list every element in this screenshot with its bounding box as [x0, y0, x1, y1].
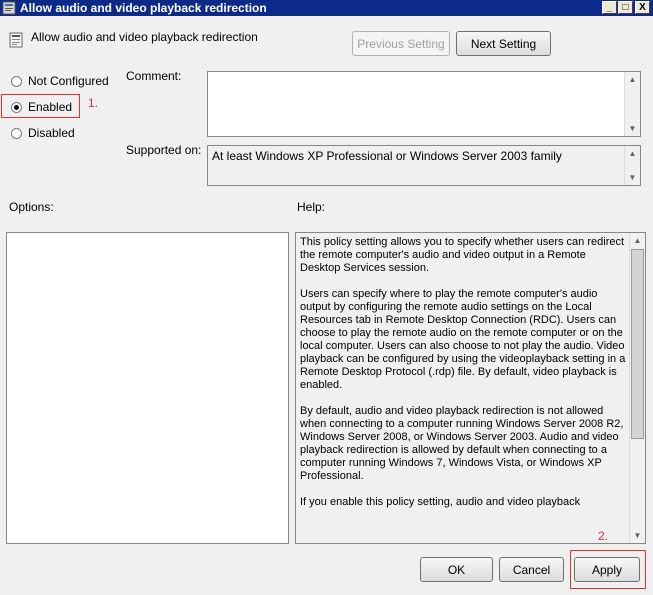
setting-title: Allow audio and video playback redirecti… [31, 30, 258, 44]
policy-setting-icon [9, 32, 23, 48]
help-paragraph: If you enable this policy setting, audio… [300, 496, 581, 508]
help-text: This policy setting allows you to specif… [300, 236, 626, 522]
maximize-button[interactable]: □ [618, 1, 633, 14]
radio-circle[interactable] [11, 75, 22, 87]
window-title: Allow audio and video playback redirecti… [20, 1, 267, 15]
scroll-up-icon[interactable]: ▲ [625, 72, 640, 87]
supported-scrollbar[interactable]: ▲ ▼ [624, 146, 640, 185]
scroll-down-icon[interactable]: ▼ [625, 121, 640, 136]
help-paragraph: This policy setting allows you to specif… [300, 236, 625, 274]
next-setting-button[interactable]: Next Setting [456, 31, 551, 56]
help-scrollbar[interactable]: ▲ ▼ [629, 233, 645, 543]
options-label: Options: [9, 200, 54, 214]
help-panel[interactable]: This policy setting allows you to specif… [295, 232, 646, 544]
ok-button[interactable]: OK [420, 557, 493, 582]
radio-disabled[interactable]: Disabled [11, 125, 75, 141]
comment-label: Comment: [126, 69, 182, 83]
options-panel [6, 232, 289, 544]
help-paragraph: By default, audio and video playback red… [300, 405, 624, 482]
comment-scrollbar[interactable]: ▲ ▼ [624, 72, 640, 136]
scroll-up-icon[interactable]: ▲ [630, 233, 645, 248]
annotation-step-1: 1. [88, 96, 99, 110]
supported-on-label: Supported on: [126, 143, 202, 157]
previous-setting-button[interactable]: Previous Setting [352, 31, 450, 56]
cancel-button[interactable]: Cancel [499, 557, 564, 582]
close-button[interactable]: X [635, 1, 650, 14]
radio-label: Disabled [28, 126, 75, 140]
annotation-box-enabled [1, 94, 80, 118]
annotation-box-apply [570, 550, 646, 589]
comment-textbox[interactable]: ▲ ▼ [207, 71, 641, 137]
radio-circle[interactable] [11, 127, 22, 139]
policy-app-icon [2, 1, 16, 15]
radio-not-configured[interactable]: Not Configured [11, 73, 109, 89]
scroll-down-icon[interactable]: ▼ [625, 170, 640, 185]
radio-label: Not Configured [28, 74, 109, 88]
scroll-down-icon[interactable]: ▼ [630, 528, 645, 543]
title-bar[interactable]: Allow audio and video playback redirecti… [0, 0, 653, 16]
supported-on-value: At least Windows XP Professional or Wind… [212, 149, 562, 163]
help-label: Help: [297, 200, 326, 214]
scroll-thumb[interactable] [631, 249, 644, 439]
minimize-button[interactable]: _ [602, 1, 617, 14]
scroll-up-icon[interactable]: ▲ [625, 146, 640, 161]
supported-on-box: At least Windows XP Professional or Wind… [207, 145, 641, 186]
help-paragraph: Users can specify where to play the remo… [300, 288, 626, 391]
annotation-step-2: 2. [598, 529, 609, 543]
